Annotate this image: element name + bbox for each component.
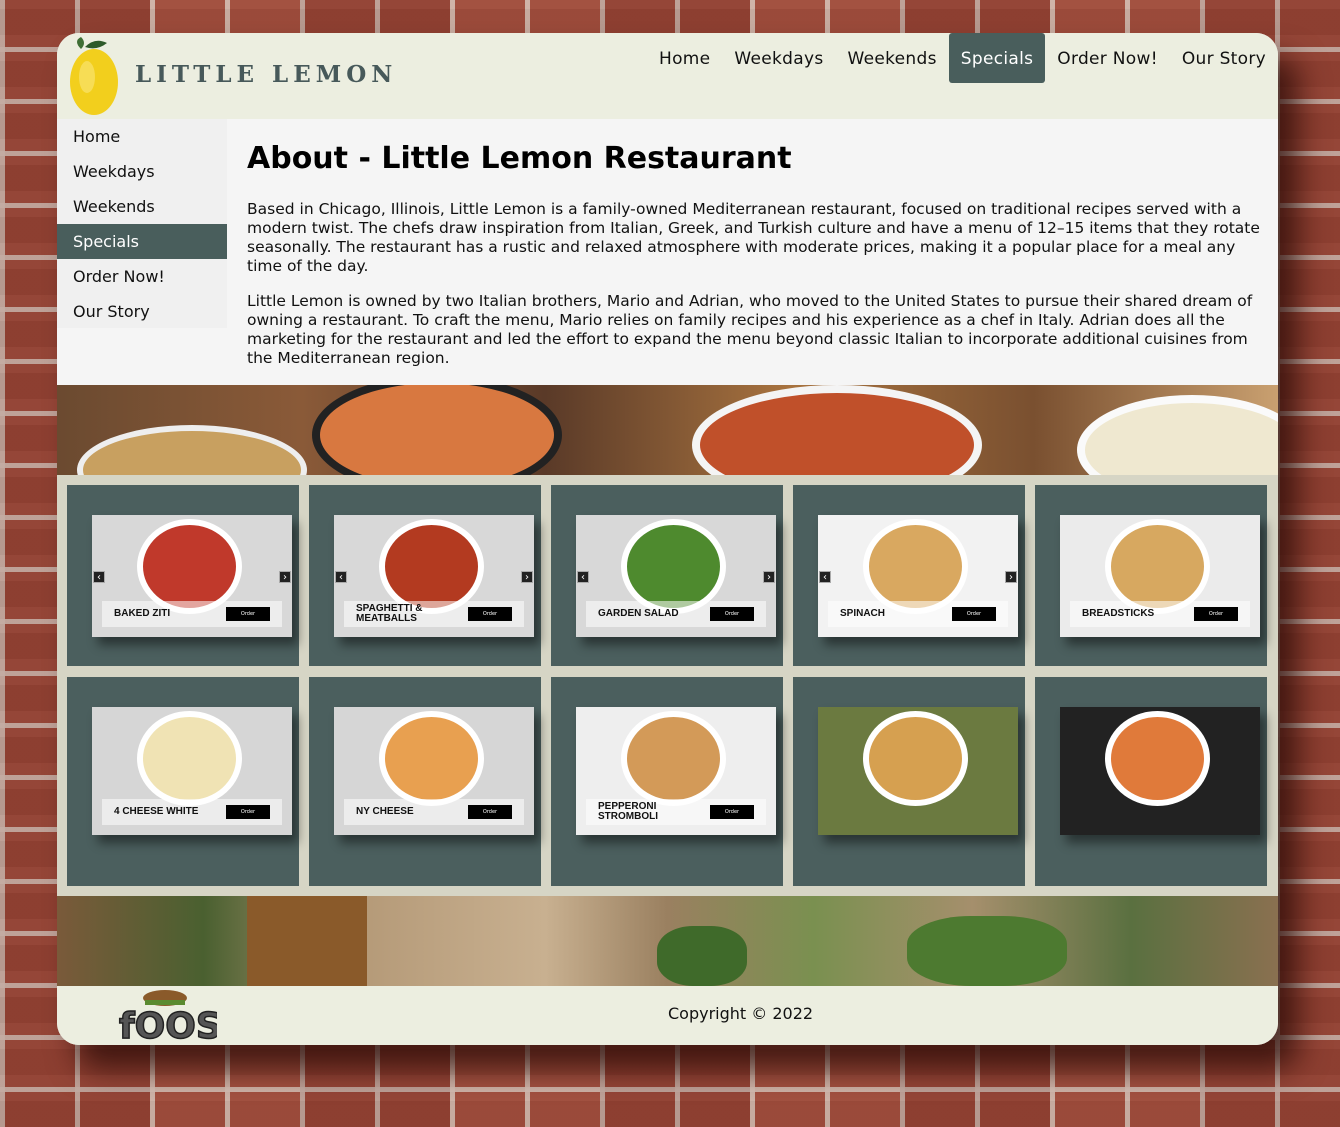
dish-image bbox=[621, 711, 726, 806]
special-card[interactable]: 4 CHEESE WHITE Order bbox=[67, 677, 299, 886]
order-button[interactable]: Order bbox=[952, 607, 996, 621]
food-logo-icon: fOOS bbox=[118, 990, 217, 1044]
sidenav-specials[interactable]: Specials bbox=[57, 224, 227, 259]
carousel-next-icon[interactable]: › bbox=[1005, 571, 1017, 583]
dish-image bbox=[1105, 711, 1210, 806]
order-button[interactable]: Order bbox=[710, 805, 754, 819]
dish-image bbox=[137, 519, 242, 614]
carousel-prev-icon[interactable]: ‹ bbox=[93, 571, 105, 583]
special-caption-bar: BAKED ZITI Order bbox=[102, 601, 282, 627]
special-photo[interactable]: BREADSTICKS Order bbox=[1060, 515, 1260, 637]
special-name: PEPPERONI STROMBOLI bbox=[598, 801, 658, 822]
special-photo[interactable] bbox=[818, 707, 1018, 835]
svg-text:fOOS: fOOS bbox=[119, 1006, 217, 1044]
special-card[interactable]: SPINACH Order ‹ › bbox=[793, 485, 1025, 666]
specials-grid: BAKED ZITI Order ‹ › SPAGHETTI & MEATBALLS Or… bbox=[57, 475, 1278, 896]
topnav-order-now[interactable]: Order Now! bbox=[1045, 33, 1170, 83]
carousel-next-icon[interactable]: › bbox=[763, 571, 775, 583]
special-name: SPAGHETTI & MEATBALLS bbox=[356, 603, 423, 624]
carousel-prev-icon[interactable]: ‹ bbox=[335, 571, 347, 583]
carousel-prev-icon[interactable]: ‹ bbox=[577, 571, 589, 583]
carousel-next-icon[interactable]: › bbox=[279, 571, 291, 583]
pasta-banner-image bbox=[57, 385, 1278, 475]
special-photo[interactable]: NY CHEESE Order bbox=[334, 707, 534, 835]
special-card[interactable] bbox=[793, 677, 1025, 886]
dish-image bbox=[863, 711, 968, 806]
special-caption-bar: NY CHEESE Order bbox=[344, 799, 524, 825]
page-container: LITTLE LEMON Home Weekdays Weekends Spec… bbox=[57, 33, 1278, 1045]
carousel-prev-icon[interactable]: ‹ bbox=[819, 571, 831, 583]
special-caption-bar: PEPPERONI STROMBOLI Order bbox=[586, 799, 766, 825]
order-button[interactable]: Order bbox=[1194, 607, 1238, 621]
dish-image bbox=[621, 519, 726, 614]
lemon-logo-icon bbox=[70, 37, 118, 115]
sidenav-weekdays[interactable]: Weekdays bbox=[57, 154, 227, 189]
special-card[interactable]: PEPPERONI STROMBOLI Order bbox=[551, 677, 783, 886]
sidenav-home[interactable]: Home bbox=[57, 119, 227, 154]
special-card[interactable]: SPAGHETTI & MEATBALLS Order ‹ › bbox=[309, 485, 541, 666]
topnav-weekends[interactable]: Weekends bbox=[836, 33, 949, 83]
special-photo[interactable]: SPINACH Order ‹ › bbox=[818, 515, 1018, 637]
special-photo[interactable]: 4 CHEESE WHITE Order bbox=[92, 707, 292, 835]
special-caption-bar: BREADSTICKS Order bbox=[1070, 601, 1250, 627]
topnav-specials[interactable]: Specials bbox=[948, 33, 1046, 83]
sidenav-order-now[interactable]: Order Now! bbox=[57, 259, 227, 294]
brand-name: LITTLE LEMON bbox=[135, 61, 398, 88]
special-name: BAKED ZITI bbox=[114, 608, 171, 619]
special-card[interactable]: BREADSTICKS Order bbox=[1035, 485, 1267, 666]
special-name: 4 CHEESE WHITE bbox=[114, 806, 199, 817]
special-photo[interactable]: BAKED ZITI Order ‹ › bbox=[92, 515, 292, 637]
special-photo[interactable]: GARDEN SALAD Order ‹ › bbox=[576, 515, 776, 637]
special-card[interactable]: GARDEN SALAD Order ‹ › bbox=[551, 485, 783, 666]
order-button[interactable]: Order bbox=[226, 607, 270, 621]
sidenav-our-story[interactable]: Our Story bbox=[57, 294, 227, 329]
dish-image bbox=[379, 519, 484, 614]
special-name: BREADSTICKS bbox=[1082, 608, 1155, 619]
special-caption-bar: SPAGHETTI & MEATBALLS Order bbox=[344, 601, 524, 627]
site-footer: fOOS Copyright © 2022 bbox=[57, 986, 1278, 1045]
dish-image bbox=[1105, 519, 1210, 614]
special-caption-bar: SPINACH Order bbox=[828, 601, 1008, 627]
about-paragraph-2: Little Lemon is owned by two Italian bro… bbox=[247, 292, 1253, 367]
special-name: NY CHEESE bbox=[356, 806, 414, 817]
special-photo[interactable]: PEPPERONI STROMBOLI Order bbox=[576, 707, 776, 835]
order-button[interactable]: Order bbox=[468, 607, 512, 621]
site-header: LITTLE LEMON Home Weekdays Weekends Spec… bbox=[57, 33, 1278, 119]
copyright-text: Copyright © 2022 bbox=[668, 1004, 814, 1023]
sidenav-weekends[interactable]: Weekends bbox=[57, 189, 227, 224]
topnav-weekdays[interactable]: Weekdays bbox=[722, 33, 835, 83]
about-paragraph-1: Based in Chicago, Illinois, Little Lemon… bbox=[247, 200, 1260, 275]
order-button[interactable]: Order bbox=[468, 805, 512, 819]
special-card[interactable]: NY CHEESE Order bbox=[309, 677, 541, 886]
order-button[interactable]: Order bbox=[226, 805, 270, 819]
special-card[interactable] bbox=[1035, 677, 1267, 886]
special-caption-bar: GARDEN SALAD Order bbox=[586, 601, 766, 627]
side-navigation: Home Weekdays Weekends Specials Order No… bbox=[57, 119, 227, 328]
page-title: About - Little Lemon Restaurant bbox=[247, 141, 792, 176]
topnav-home[interactable]: Home bbox=[647, 33, 722, 83]
dish-image bbox=[137, 711, 242, 806]
street-banner-image bbox=[57, 896, 1278, 986]
dish-image bbox=[863, 519, 968, 614]
topnav-our-story[interactable]: Our Story bbox=[1170, 33, 1278, 83]
special-photo[interactable]: SPAGHETTI & MEATBALLS Order ‹ › bbox=[334, 515, 534, 637]
special-name: SPINACH bbox=[840, 608, 886, 619]
top-navigation: Home Weekdays Weekends Specials Order No… bbox=[647, 33, 1278, 83]
special-caption-bar: 4 CHEESE WHITE Order bbox=[102, 799, 282, 825]
content-area: Home Weekdays Weekends Specials Order No… bbox=[57, 119, 1278, 385]
special-photo[interactable] bbox=[1060, 707, 1260, 835]
about-section: About - Little Lemon Restaurant Based in… bbox=[227, 119, 1278, 385]
special-card[interactable]: BAKED ZITI Order ‹ › bbox=[67, 485, 299, 666]
order-button[interactable]: Order bbox=[710, 607, 754, 621]
special-name: GARDEN SALAD bbox=[598, 608, 679, 619]
carousel-next-icon[interactable]: › bbox=[521, 571, 533, 583]
dish-image bbox=[379, 711, 484, 806]
